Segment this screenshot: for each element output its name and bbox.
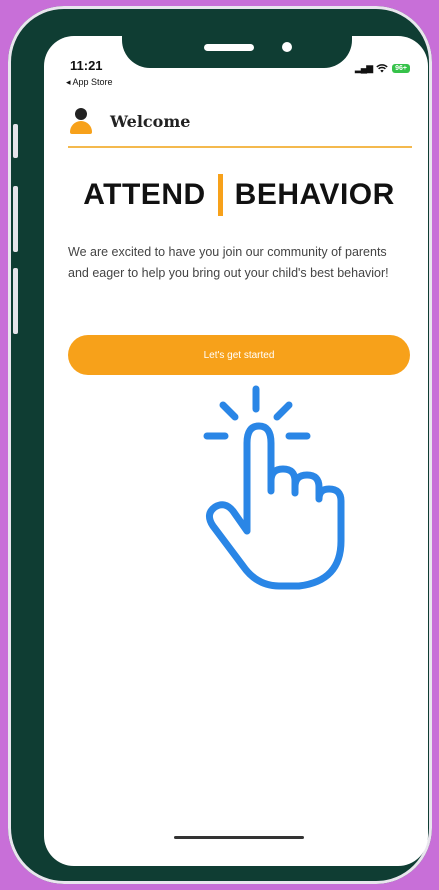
signal-icon: ▂▄▆ — [354, 63, 373, 73]
wifi-icon — [376, 64, 388, 73]
status-indicators: ▂▄▆ 96+ — [355, 63, 410, 74]
phone-frame: 11:21 ◂ App Store ▂▄▆ 96+ Welcome ATTEND… — [8, 6, 432, 884]
tap-hand-icon — [203, 385, 345, 590]
header-divider — [68, 146, 412, 148]
intro-text: We are excited to have you join our comm… — [68, 245, 389, 280]
brand-word-attend: ATTEND — [83, 178, 206, 211]
home-indicator[interactable] — [174, 836, 304, 839]
speaker-grille — [204, 44, 254, 51]
get-started-button[interactable]: Let's get started — [68, 335, 410, 375]
app-screen: 11:21 ◂ App Store ▂▄▆ 96+ Welcome ATTEND… — [44, 36, 428, 866]
back-to-app-store-link[interactable]: ◂ App Store — [66, 77, 113, 88]
front-camera — [282, 42, 292, 52]
volume-up-button — [13, 186, 18, 252]
page-header: Welcome — [70, 106, 190, 136]
user-avatar-icon[interactable] — [70, 106, 92, 136]
brand-logo: ATTEND BEHAVIOR — [44, 174, 428, 216]
silent-switch — [13, 124, 18, 158]
brand-word-behavior: BEHAVIOR — [234, 178, 395, 211]
battery-icon: 96+ — [392, 64, 410, 73]
volume-down-button — [13, 268, 18, 334]
page-title: Welcome — [110, 111, 191, 131]
notch — [122, 12, 352, 68]
status-time: 11:21 — [70, 58, 103, 73]
brand-divider-bar — [217, 174, 223, 216]
